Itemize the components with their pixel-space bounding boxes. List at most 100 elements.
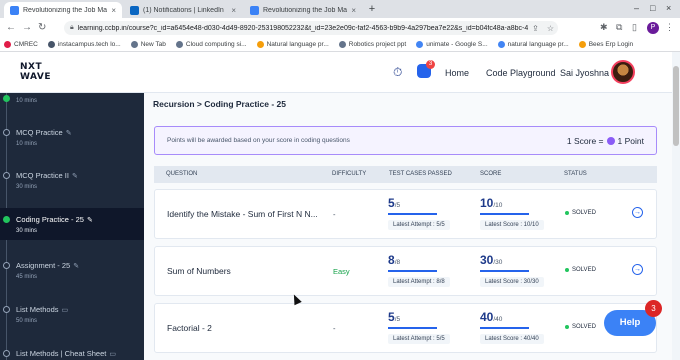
edit-icon: ✎: [73, 263, 80, 270]
coin-icon: [606, 137, 615, 145]
sidebar-item-assignment-25[interactable]: Assignment - 25 ✎ 45 mins: [0, 256, 144, 284]
sidepanel-icon[interactable]: ▯: [632, 22, 637, 33]
latest-score: Latest Score : 40/40: [480, 334, 544, 344]
share-icon[interactable]: ⇪: [532, 24, 539, 33]
question-title[interactable]: Factorial - 2: [167, 323, 212, 333]
forward-icon[interactable]: →: [22, 22, 32, 33]
sidebar-item-label: Coding Practice - 25: [16, 215, 84, 224]
table-row[interactable]: Factorial - 2 - 5/5 Latest Attempt : 5/5…: [154, 303, 657, 353]
browser-tab-bar: Revolutionizing the Job Market × (1) Not…: [0, 0, 680, 18]
column-header-score: SCORE: [480, 171, 502, 177]
tests-passed: 8/8: [388, 253, 401, 267]
browser-tab[interactable]: (1) Notifications | LinkedIn ×: [124, 2, 242, 18]
minimize-icon[interactable]: –: [634, 3, 639, 13]
page-scrollbar[interactable]: [672, 52, 680, 360]
nav-home[interactable]: Home: [445, 68, 469, 78]
table-header: QUESTION DIFFICULTY TEST CASES PASSED SC…: [154, 166, 657, 183]
tab-favicon-icon: [10, 5, 19, 15]
address-toolbar: ← → ↻ 🔒︎ learning.ccbp.in/course?c_id=a6…: [0, 18, 680, 38]
tests-passed: 5/5: [388, 196, 401, 210]
arrow-right-circle-icon[interactable]: →: [632, 207, 643, 218]
main-content: Recursion > Coding Practice - 25 Points …: [144, 93, 672, 360]
timer-icon[interactable]: ⏱︎: [393, 65, 402, 80]
app-header: NXT WAVE ⏱︎ 3 Home Code Playground Sai J…: [0, 52, 672, 93]
latest-attempt: Latest Attempt : 5/5: [388, 220, 450, 230]
close-icon[interactable]: ×: [231, 6, 236, 15]
sidebar-item[interactable]: 10 mins: [0, 93, 144, 111]
close-window-icon[interactable]: ×: [666, 3, 671, 13]
browser-tab[interactable]: Revolutionizing the Job Market ×: [4, 2, 122, 18]
bookmark-item[interactable]: Natural language pr...: [256, 41, 329, 48]
sidebar-item-mcq-practice[interactable]: MCQ Practice ✎ 10 mins: [0, 123, 144, 151]
points-message: Points will be awarded based on your sco…: [167, 137, 350, 144]
column-header-status: STATUS: [564, 171, 587, 177]
column-header-question: QUESTION: [166, 171, 198, 177]
back-icon[interactable]: ←: [6, 22, 16, 33]
score-progress-bar: [480, 213, 529, 215]
sidebar-item-label: Assignment - 25: [16, 261, 71, 270]
difficulty-value: Easy: [333, 267, 350, 276]
latest-score: Latest Score : 30/30: [480, 277, 544, 287]
sidebar-item-list-methods-cheat-sheet[interactable]: List Methods | Cheat Sheet ▭: [0, 344, 144, 360]
maximize-icon[interactable]: □: [650, 3, 655, 13]
sidebar-item-coding-practice-25[interactable]: Coding Practice - 25 ✎ 30 mins: [0, 208, 144, 240]
sidebar-item-list-methods[interactable]: List Methods ▭ 50 mins: [0, 300, 144, 328]
google-icon: [416, 41, 424, 48]
sidebar-item-duration: 50 mins: [16, 318, 38, 324]
status-badge: SOLVED: [565, 210, 596, 216]
url-field[interactable]: 🔒︎ learning.ccbp.in/course?c_id=a6454e48…: [64, 21, 558, 35]
menu-kebab-icon[interactable]: ⋮: [665, 22, 674, 33]
puzzle-icon[interactable]: ⧉: [616, 22, 622, 33]
score-progress-bar: [480, 327, 529, 329]
bookmark-icon: [130, 41, 138, 48]
sidebar-item-duration: 10 mins: [16, 98, 38, 104]
bookmark-star-icon[interactable]: ☆: [547, 24, 554, 33]
status-dot-icon: [565, 211, 569, 215]
column-header-tests: TEST CASES PASSED: [389, 171, 452, 177]
scrollbar-thumb[interactable]: [673, 66, 679, 146]
sidebar-item-label: MCQ Practice: [16, 128, 63, 137]
sidebar-item-mcq-practice-ii[interactable]: MCQ Practice II ✎ 30 mins: [0, 166, 144, 194]
close-icon[interactable]: ×: [351, 6, 356, 15]
table-row[interactable]: Sum of Numbers Easy 8/8 Latest Attempt :…: [154, 246, 657, 296]
browser-tab[interactable]: Revolutionizing the Job Market ×: [244, 2, 362, 18]
question-title[interactable]: Sum of Numbers: [167, 266, 231, 276]
bookmark-item[interactable]: Cloud computing si...: [175, 41, 247, 48]
bookmark-item[interactable]: New Tab: [130, 41, 166, 48]
sidebar-item-label: List Methods | Cheat Sheet: [16, 349, 107, 358]
score-progress-bar: [480, 270, 529, 272]
bookmark-item[interactable]: instacampus.tech lo...: [47, 41, 121, 48]
edit-icon: ✎: [65, 130, 72, 137]
sidebar-item-label: MCQ Practice II: [16, 171, 69, 180]
arrow-right-circle-icon[interactable]: →: [632, 264, 643, 275]
question-title[interactable]: Identify the Mistake - Sum of First N N.…: [167, 209, 318, 219]
tests-progress-bar: [388, 327, 437, 329]
bookmark-item[interactable]: Bees Erp Login: [578, 41, 633, 48]
profile-avatar[interactable]: P: [647, 22, 659, 34]
latest-attempt: Latest Attempt : 5/5: [388, 334, 450, 344]
reload-icon[interactable]: ↻: [38, 22, 46, 33]
bookmark-item[interactable]: CMREC: [4, 41, 38, 48]
avatar[interactable]: [611, 60, 635, 84]
course-sidebar: 10 mins MCQ Practice ✎ 10 mins MCQ Practi…: [0, 93, 144, 360]
score-value: 40/40: [480, 310, 503, 324]
bookmark-item[interactable]: Robotics project ppt: [338, 41, 406, 48]
status-dot: [3, 129, 10, 136]
bookmark-icon: [256, 41, 264, 48]
tests-progress-bar: [388, 213, 437, 215]
user-name[interactable]: Sai Jyoshna: [560, 68, 609, 78]
bookmark-item[interactable]: natural language pr...: [497, 41, 569, 48]
score-conversion: 1 Score = 1 Point: [566, 136, 644, 146]
edit-icon: ✎: [71, 173, 78, 180]
table-row[interactable]: Identify the Mistake - Sum of First N N.…: [154, 189, 657, 239]
close-icon[interactable]: ×: [111, 6, 116, 15]
nav-code-playground[interactable]: Code Playground: [486, 68, 556, 78]
bookmark-icon: [175, 41, 183, 48]
bookmark-item[interactable]: unimate - Google S...: [416, 41, 488, 48]
bookmark-icon: [338, 41, 346, 48]
latest-attempt: Latest Attempt : 8/8: [388, 277, 450, 287]
edit-icon: ✎: [86, 217, 93, 224]
nxtwave-logo[interactable]: NXT WAVE: [20, 62, 64, 84]
extension-icon[interactable]: ✱: [600, 22, 608, 33]
new-tab-button[interactable]: +: [366, 3, 378, 15]
